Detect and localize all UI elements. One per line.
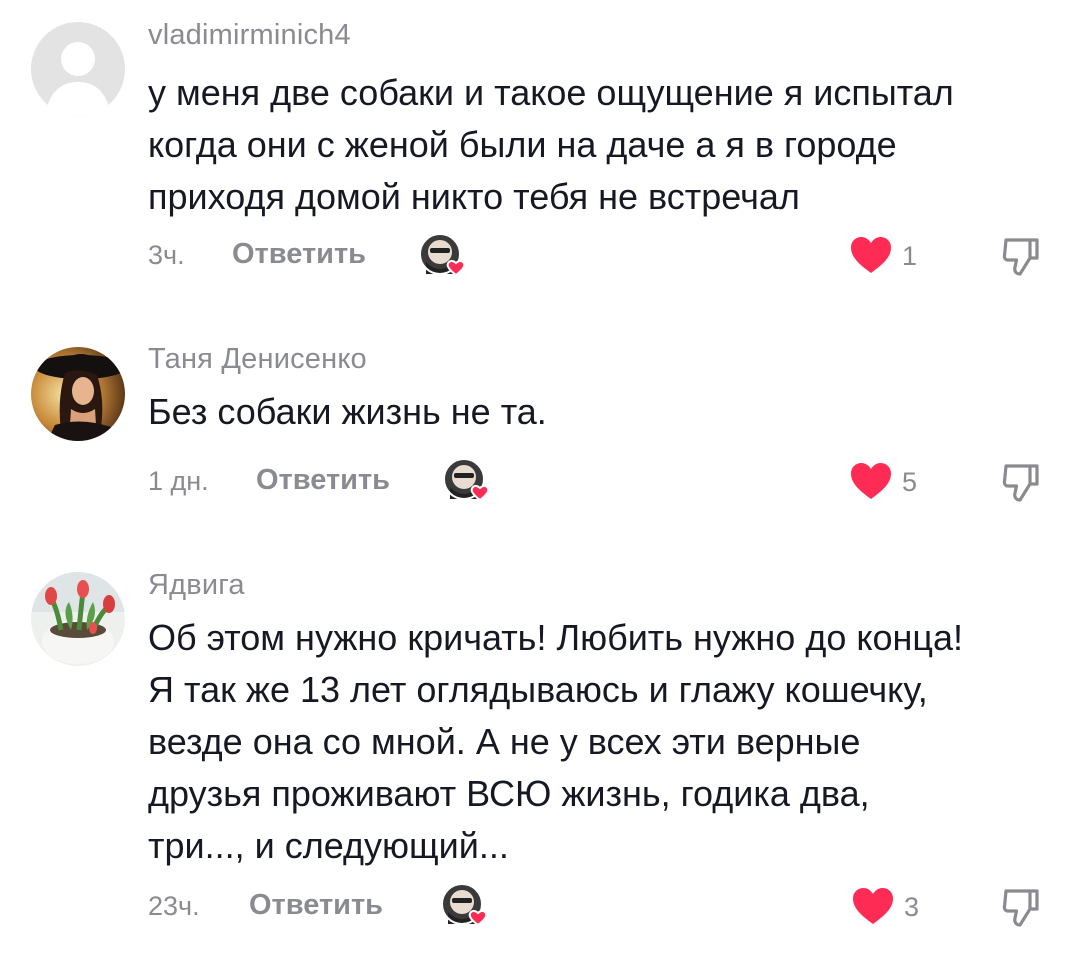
reply-button[interactable]: Ответить (249, 889, 383, 922)
comment-text: Об этом нужно кричать! Любить нужно до к… (148, 617, 964, 866)
user-avatar[interactable] (31, 572, 125, 666)
comment-time: 1 дн. (148, 466, 209, 496)
default-avatar-icon (31, 22, 125, 116)
creator-liked-avatar-icon (440, 882, 494, 928)
comment-item: Таня Денисенко Без собаки жизнь не та. 1… (0, 300, 1080, 540)
user-avatar[interactable] (31, 22, 125, 116)
comment-username[interactable]: vladimirminich4 (148, 19, 351, 52)
like-count: 1 (902, 241, 918, 271)
thumbs-down-icon[interactable] (1000, 462, 1042, 504)
comment-item: Ядвига Об этом нужно кричать! Любить нуж… (0, 540, 1080, 966)
thumbs-down-icon[interactable] (1000, 236, 1042, 278)
creator-liked-avatar-icon (442, 457, 496, 503)
comment-username[interactable]: Ядвига (148, 569, 245, 602)
comment-username[interactable]: Таня Денисенко (148, 343, 367, 376)
comment-item: vladimirminich4 у меня две собаки и тако… (0, 0, 1080, 300)
like-heart-icon[interactable] (849, 461, 893, 501)
tulips-photo-icon (31, 572, 125, 666)
like-count: 5 (902, 467, 918, 497)
creator-liked-avatar-icon (418, 232, 472, 278)
user-avatar[interactable] (31, 347, 125, 441)
like-count: 3 (904, 892, 920, 922)
reply-button[interactable]: Ответить (232, 238, 366, 271)
comment-time: 23ч. (148, 891, 200, 921)
thumbs-down-icon[interactable] (1000, 887, 1042, 929)
comment-text: у меня две собаки и такое ощущение я исп… (148, 72, 954, 217)
reply-button[interactable]: Ответить (256, 464, 390, 497)
woman-in-hat-photo-icon (31, 347, 125, 441)
comment-text: Без собаки жизнь не та. (148, 391, 547, 432)
like-heart-icon[interactable] (851, 886, 895, 926)
like-heart-icon[interactable] (849, 235, 893, 275)
comment-time: 3ч. (148, 240, 185, 270)
